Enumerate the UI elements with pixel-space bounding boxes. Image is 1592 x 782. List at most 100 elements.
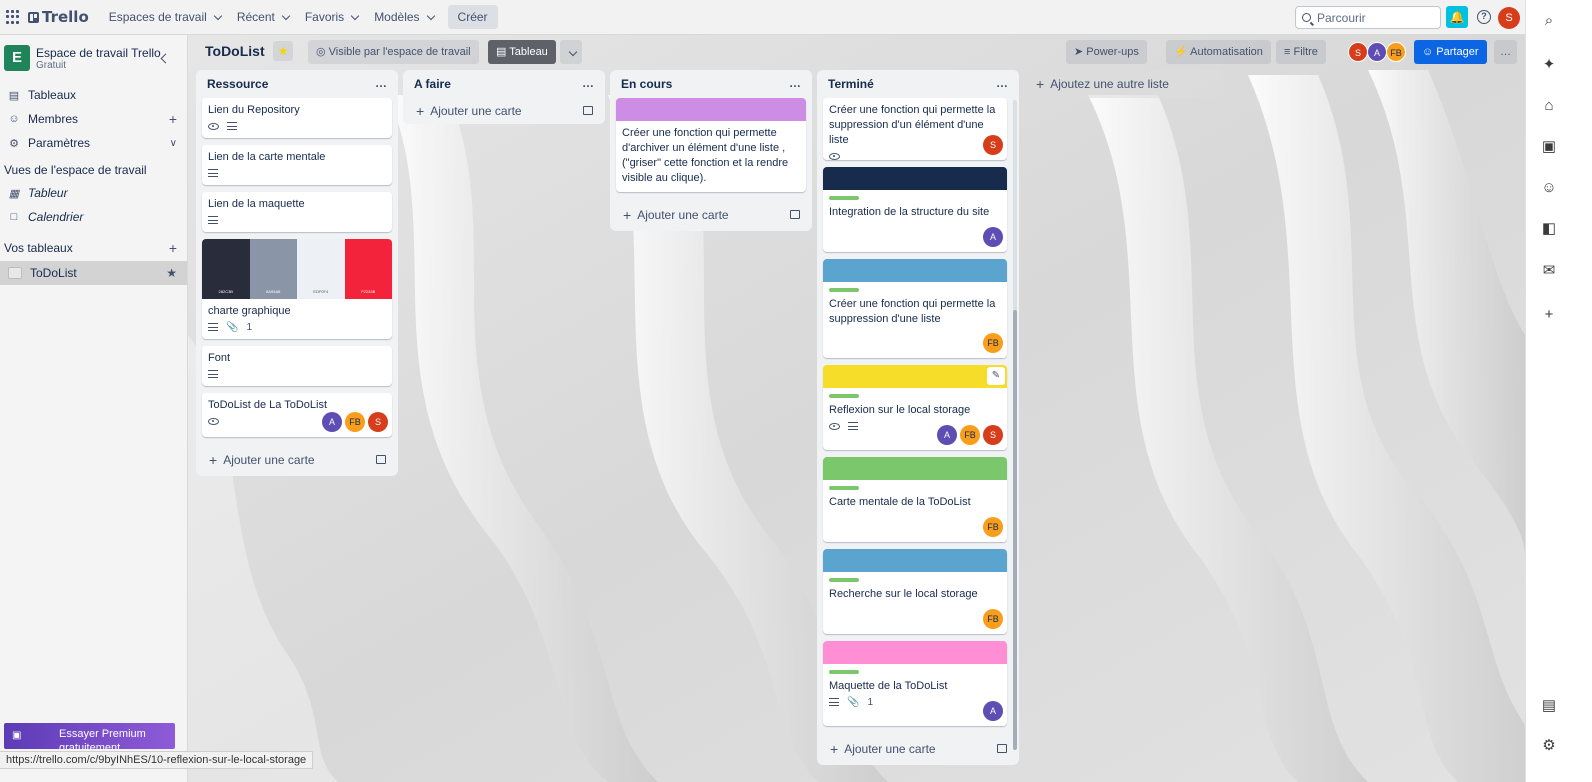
sparkle-icon[interactable]: ✦: [1540, 56, 1558, 74]
list-header[interactable]: A faire …: [403, 70, 605, 98]
try-premium-button[interactable]: ▣ Essayer Premium gratuitement: [4, 723, 175, 749]
star-icon[interactable]: ★: [166, 266, 177, 280]
card[interactable]: Lien du Repository: [202, 98, 392, 138]
trello-logo[interactable]: Trello: [28, 8, 89, 26]
card[interactable]: ✎ Reflexion sur le local storage A FB S: [823, 365, 1007, 450]
filter-button[interactable]: ≡ Filtre: [1276, 40, 1326, 64]
search-input[interactable]: Parcourir: [1295, 6, 1441, 29]
edit-card-icon[interactable]: ✎: [987, 367, 1005, 385]
list-title[interactable]: A faire: [414, 77, 451, 91]
account-avatar[interactable]: S: [1498, 7, 1520, 29]
menu-recent[interactable]: Récent: [229, 4, 297, 30]
menu-favorites[interactable]: Favoris: [297, 4, 366, 30]
card[interactable]: Créer une fonction qui permette d'archiv…: [616, 98, 806, 192]
sidebar-item-table-view[interactable]: ▦ Tableur: [0, 181, 187, 205]
card[interactable]: Lien de la maquette: [202, 192, 392, 232]
add-list-button[interactable]: + Ajoutez une autre liste: [1026, 70, 1224, 98]
view-switcher-chevron[interactable]: [560, 40, 582, 64]
briefcase-icon[interactable]: ▣: [1540, 138, 1558, 156]
member-avatar[interactable]: A: [322, 412, 342, 432]
share-button[interactable]: ☺ Partager: [1414, 40, 1487, 64]
card[interactable]: Integration de la structure du site A: [823, 167, 1007, 252]
create-button[interactable]: Créer: [447, 5, 498, 29]
panel-icon[interactable]: ▤: [1540, 697, 1558, 715]
menu-templates[interactable]: Modèles: [366, 4, 441, 30]
add-icon[interactable]: +: [1540, 306, 1558, 324]
template-icon[interactable]: [376, 455, 386, 464]
add-card-button[interactable]: + Ajouter une carte: [817, 733, 1019, 765]
member-avatar[interactable]: S: [368, 412, 388, 432]
member-avatar[interactable]: A: [1367, 42, 1387, 62]
member-avatar[interactable]: FB: [1386, 42, 1406, 62]
star-board-icon[interactable]: ★: [273, 41, 293, 61]
template-icon[interactable]: [997, 744, 1007, 753]
gear-icon[interactable]: ⚙: [1540, 737, 1558, 755]
add-card-button[interactable]: + Ajouter une carte: [196, 444, 398, 476]
list-menu-icon[interactable]: …: [375, 76, 388, 90]
office-icon[interactable]: ◧: [1540, 220, 1558, 238]
sidebar-item-members[interactable]: ☺ Membres +: [0, 107, 187, 131]
member-avatar[interactable]: FB: [983, 609, 1003, 629]
list-title[interactable]: Terminé: [828, 77, 874, 91]
member-avatar[interactable]: S: [1348, 42, 1368, 62]
list-header[interactable]: En cours …: [610, 70, 812, 98]
automation-button[interactable]: ⚡ Automatisation: [1166, 40, 1271, 64]
sidebar-item-calendar-view[interactable]: □ Calendrier: [0, 205, 187, 229]
sidebar-board-todolist[interactable]: ToDoList ★: [0, 261, 187, 285]
member-avatar[interactable]: FB: [983, 333, 1003, 353]
board-view-button[interactable]: ▤ Tableau: [488, 40, 556, 64]
add-board-icon[interactable]: +: [169, 237, 177, 259]
add-card-button[interactable]: + Ajouter une carte: [403, 98, 605, 124]
card[interactable]: Créer une fonction qui permette la suppr…: [823, 98, 1007, 160]
card-members: A: [983, 701, 1003, 721]
board-menu-button[interactable]: …: [1494, 40, 1517, 64]
member-avatar[interactable]: S: [983, 425, 1003, 445]
card[interactable]: Carte mentale de la ToDoList FB: [823, 457, 1007, 542]
sidebar-item-settings[interactable]: ⚙ Paramètres ∨: [0, 131, 187, 155]
list-menu-icon[interactable]: …: [996, 76, 1009, 90]
add-card-button[interactable]: + Ajouter une carte: [610, 199, 812, 231]
notification-icon[interactable]: 🔔: [1446, 6, 1468, 28]
workspace-name[interactable]: Espace de travail Trello: [36, 46, 161, 60]
add-member-icon[interactable]: +: [169, 111, 177, 127]
help-icon[interactable]: ?: [1477, 10, 1491, 24]
card[interactable]: ToDoList de La ToDoList A FB S: [202, 393, 392, 437]
tag-icon[interactable]: ⌂: [1540, 97, 1558, 115]
member-avatar[interactable]: FB: [983, 517, 1003, 537]
list-title[interactable]: Ressource: [207, 77, 268, 91]
visibility-button[interactable]: ◎ Visible par l'espace de travail: [308, 40, 479, 64]
card[interactable]: 282C3B 8A95A8 EDF0F4 F2233B charte graph…: [202, 239, 392, 339]
card[interactable]: Lien de la carte mentale: [202, 145, 392, 185]
member-avatar[interactable]: A: [983, 701, 1003, 721]
member-avatar[interactable]: A: [937, 425, 957, 445]
board-title[interactable]: ToDoList: [205, 43, 265, 59]
card[interactable]: Recherche sur le local storage FB: [823, 549, 1007, 634]
template-icon[interactable]: [583, 106, 593, 115]
list-menu-icon[interactable]: …: [789, 76, 802, 90]
member-avatar[interactable]: A: [983, 227, 1003, 247]
list-scrollbar[interactable]: [1013, 100, 1017, 750]
list-menu-icon[interactable]: …: [582, 76, 595, 90]
template-icon[interactable]: [790, 210, 800, 219]
card[interactable]: Font: [202, 346, 392, 386]
list-title[interactable]: En cours: [621, 77, 672, 91]
card[interactable]: Créer une fonction qui permette la suppr…: [823, 259, 1007, 358]
people-icon[interactable]: ☺: [1540, 179, 1558, 197]
member-avatar[interactable]: S: [983, 135, 1003, 155]
member-avatar[interactable]: FB: [960, 425, 980, 445]
menu-workspaces[interactable]: Espaces de travail: [101, 4, 229, 30]
card[interactable]: Maquette de la ToDoList 📎 1 A: [823, 641, 1007, 726]
workspace-logo[interactable]: E: [4, 45, 30, 71]
card-cover: [616, 98, 806, 121]
powerups-button[interactable]: ➤ Power-ups: [1066, 40, 1147, 64]
scrollbar-thumb[interactable]: [1013, 310, 1017, 750]
search-icon[interactable]: ⌕: [1540, 12, 1558, 30]
list-header[interactable]: Ressource …: [196, 70, 398, 98]
list-header[interactable]: Terminé …: [817, 70, 1019, 98]
collapse-sidebar-icon[interactable]: [160, 53, 171, 63]
outlook-icon[interactable]: ✉: [1540, 262, 1558, 280]
sidebar-item-boards[interactable]: ▤ Tableaux: [0, 83, 187, 107]
member-avatar[interactable]: FB: [345, 412, 365, 432]
app-switcher-icon[interactable]: [4, 8, 22, 26]
chevron-down-icon[interactable]: ∨: [170, 138, 177, 149]
